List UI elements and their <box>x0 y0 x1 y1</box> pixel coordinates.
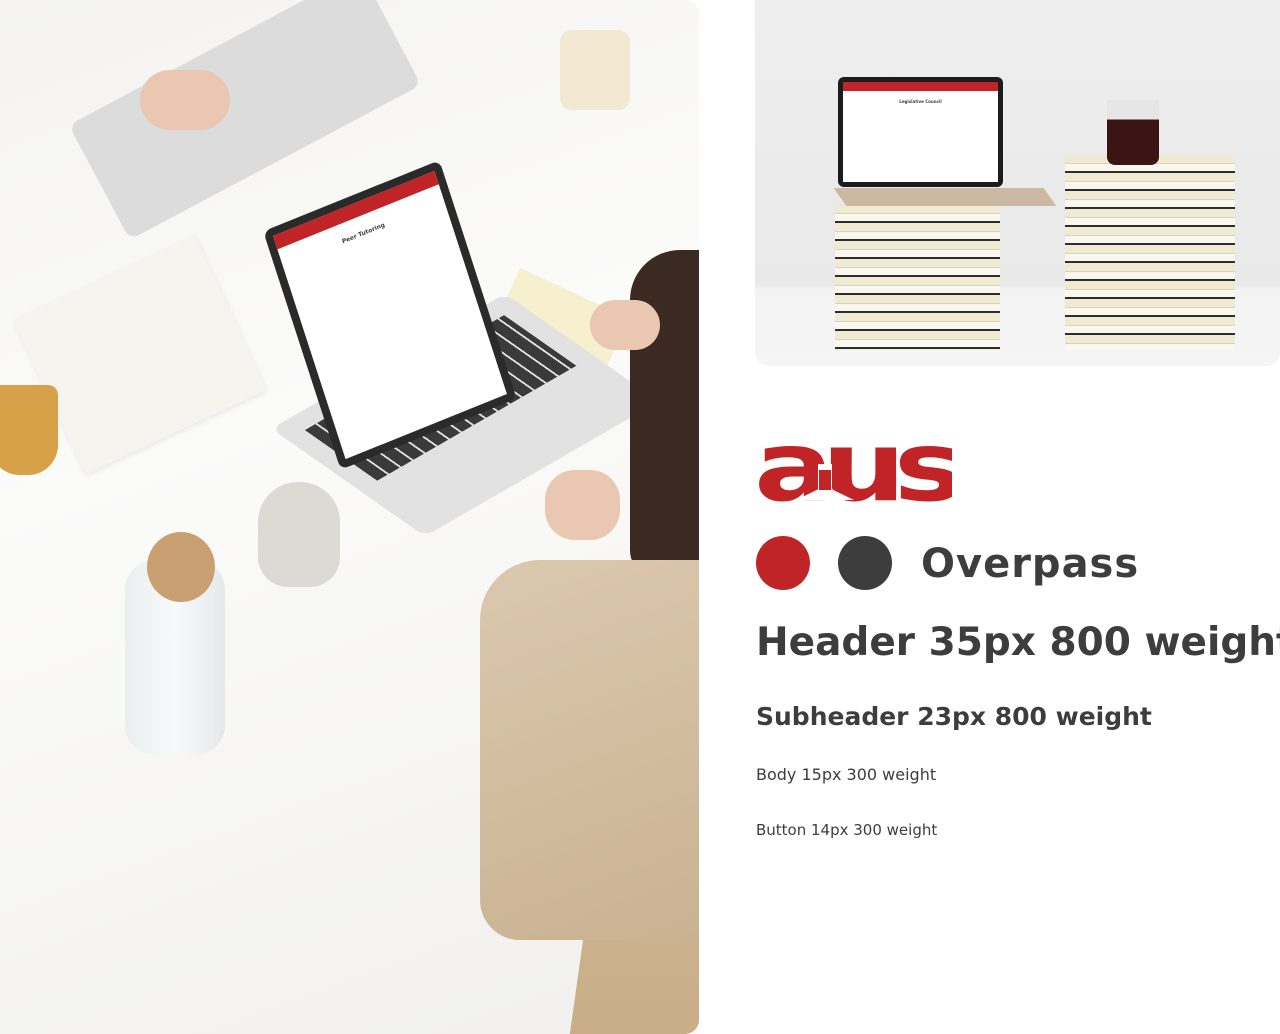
book-stack <box>1065 155 1235 350</box>
wine-glass <box>1107 100 1159 165</box>
hand <box>590 300 660 350</box>
font-name: Overpass <box>921 541 1140 587</box>
glass <box>560 30 630 110</box>
person-hair <box>630 250 699 580</box>
cup <box>258 482 340 587</box>
book-stack <box>835 205 1000 350</box>
header-sample: Header 35px 800 weight <box>756 620 1280 665</box>
hand <box>545 470 620 540</box>
button-sample: Button 14px 300 weight <box>756 821 938 839</box>
laptop-base <box>833 188 1057 206</box>
hand <box>140 70 230 130</box>
laptop-screen: Legislative Council <box>838 77 1003 187</box>
body-sample: Body 15px 300 weight <box>756 765 937 784</box>
person-jacket <box>480 560 699 940</box>
subheader-sample: Subheader 23px 800 weight <box>756 702 1152 731</box>
bottle-cork <box>147 532 215 602</box>
svg-text:aus: aus <box>756 426 952 502</box>
aus-logo: aus <box>756 426 952 502</box>
color-swatch-secondary <box>838 536 892 590</box>
mug <box>0 385 58 475</box>
mockup-photo-desk: Peer Tutoring <box>0 0 699 1034</box>
color-swatch-primary <box>756 536 810 590</box>
mockup-photo-books: Legislative Council <box>755 0 1280 366</box>
screen-title: Legislative Council <box>899 99 942 104</box>
